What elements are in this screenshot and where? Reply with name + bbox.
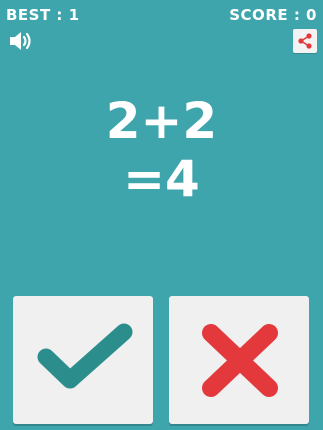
sound-toggle-button[interactable] xyxy=(8,30,34,52)
true-answer-button[interactable] xyxy=(13,296,153,424)
share-button[interactable] xyxy=(293,29,317,53)
current-score: SCORE : 0 xyxy=(229,6,317,24)
speaker-icon xyxy=(10,32,31,50)
checkmark-icon xyxy=(37,323,133,389)
share-icon xyxy=(298,33,312,49)
cross-icon xyxy=(202,324,278,397)
false-answer-button[interactable] xyxy=(169,296,309,424)
best-score: BEST : 1 xyxy=(6,6,80,24)
equation-expression: 2+2 xyxy=(105,92,218,150)
equation-result: =4 xyxy=(123,150,200,208)
equation-display: 2+2 =4 xyxy=(0,92,323,208)
